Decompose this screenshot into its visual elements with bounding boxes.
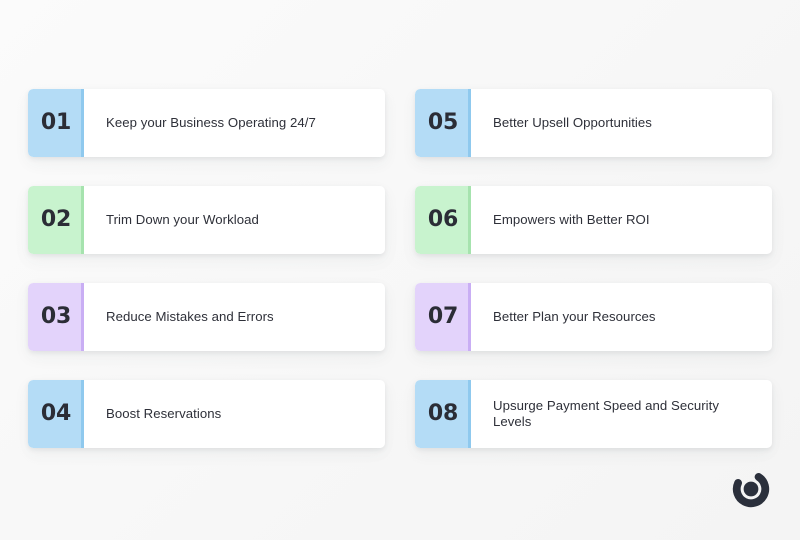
benefit-card-06[interactable]: 06 Empowers with Better ROI bbox=[415, 186, 772, 254]
benefit-number-block: 01 bbox=[28, 89, 84, 157]
benefit-number: 03 bbox=[40, 304, 72, 329]
benefit-card-05[interactable]: 05 Better Upsell Opportunities bbox=[415, 89, 772, 157]
benefit-label: Empowers with Better ROI bbox=[493, 211, 650, 227]
benefit-card-03[interactable]: 03 Reduce Mistakes and Errors bbox=[28, 283, 385, 351]
benefit-label: Better Upsell Opportunities bbox=[493, 114, 652, 130]
benefit-label: Better Plan your Resources bbox=[493, 308, 656, 324]
benefit-label: Trim Down your Workload bbox=[106, 211, 259, 227]
circle-dot-logo bbox=[732, 472, 770, 508]
benefit-number-block: 08 bbox=[415, 380, 471, 448]
benefit-card-01[interactable]: 01 Keep your Business Operating 24/7 bbox=[28, 89, 385, 157]
benefits-card-grid: 01 Keep your Business Operating 24/7 05 Bet… bbox=[28, 89, 772, 448]
benefit-label: Upsurge Payment Speed and Security Level… bbox=[493, 397, 720, 430]
benefit-number-block: 06 bbox=[415, 186, 471, 254]
benefit-number-block: 02 bbox=[28, 186, 84, 254]
benefit-number: 04 bbox=[40, 401, 72, 426]
benefit-number: 05 bbox=[427, 110, 459, 135]
infographic-canvas: 01 Keep your Business Operating 24/7 05 Bet… bbox=[0, 0, 800, 540]
benefit-label: Keep your Business Operating 24/7 bbox=[106, 114, 316, 130]
benefit-number-block: 05 bbox=[415, 89, 471, 157]
benefit-number-block: 04 bbox=[28, 380, 84, 448]
benefit-number: 01 bbox=[40, 110, 72, 135]
benefit-label: Boost Reservations bbox=[106, 405, 222, 421]
benefit-card-04[interactable]: 04 Boost Reservations bbox=[28, 380, 385, 448]
benefit-number: 08 bbox=[427, 401, 459, 426]
benefit-card-02[interactable]: 02 Trim Down your Workload bbox=[28, 186, 385, 254]
benefit-number-block: 07 bbox=[415, 283, 471, 351]
benefit-number: 07 bbox=[427, 304, 459, 329]
benefit-number-block: 03 bbox=[28, 283, 84, 351]
benefit-label: Reduce Mistakes and Errors bbox=[106, 308, 274, 324]
benefit-number: 02 bbox=[40, 207, 72, 232]
benefit-number: 06 bbox=[427, 207, 459, 232]
benefit-card-07[interactable]: 07 Better Plan your Resources bbox=[415, 283, 772, 351]
benefit-card-08[interactable]: 08 Upsurge Payment Speed and Security Lev… bbox=[415, 380, 772, 448]
